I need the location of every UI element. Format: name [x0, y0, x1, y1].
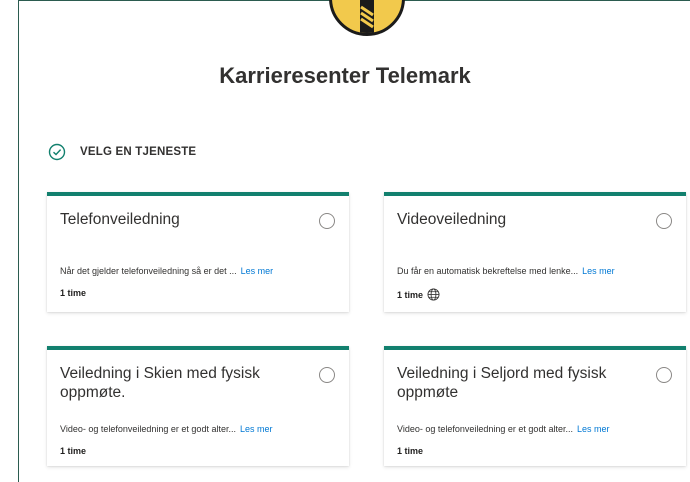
- read-more-link[interactable]: Les mer: [240, 424, 273, 434]
- check-circle-icon: [48, 143, 66, 161]
- description-text: Du får en automatisk bekreftelse med len…: [397, 266, 579, 276]
- service-card-seljord[interactable]: Veiledning i Seljord med fysisk oppmøte …: [384, 346, 686, 466]
- service-duration: 1 time: [60, 288, 86, 298]
- description-text: Når det gjelder telefonveiledning så er …: [60, 266, 237, 276]
- section-label: VELG EN TJENESTE: [80, 146, 197, 158]
- duration-text: 1 time: [397, 289, 424, 300]
- service-duration: 1 time: [60, 446, 86, 456]
- service-name: Veiledning i Skien med fysisk oppmøte.: [60, 365, 260, 401]
- service-card-skien[interactable]: Veiledning i Skien med fysisk oppmøte. V…: [47, 346, 349, 466]
- service-duration: 1 time: [397, 288, 440, 301]
- service-description: Video- og telefonveiledning er et godt a…: [60, 424, 272, 434]
- duration-text: 1 time: [397, 446, 424, 456]
- service-description: Du får en automatisk bekreftelse med len…: [397, 266, 615, 276]
- duration-text: 1 time: [60, 288, 87, 298]
- service-radio[interactable]: [319, 367, 335, 383]
- description-text: Video- og telefonveiledning er et godt a…: [397, 424, 573, 434]
- read-more-link[interactable]: Les mer: [577, 424, 610, 434]
- read-more-link[interactable]: Les mer: [241, 266, 274, 276]
- page-title: Karrieresenter Telemark: [219, 63, 471, 88]
- service-duration: 1 time: [397, 446, 423, 456]
- service-description: Video- og telefonveiledning er et godt a…: [397, 424, 609, 434]
- globe-icon: [427, 288, 440, 301]
- service-radio[interactable]: [319, 213, 335, 229]
- service-name: Telefonveiledning: [60, 211, 180, 228]
- service-name: Veiledning i Seljord med fysisk oppmøte: [397, 365, 607, 401]
- service-name: Videoveiledning: [397, 211, 507, 228]
- duration-text: 1 time: [60, 446, 87, 456]
- service-card-telefonveiledning[interactable]: Telefonveiledning Når det gjelder telefo…: [47, 192, 349, 312]
- section-header: VELG EN TJENESTE: [48, 143, 196, 161]
- read-more-link[interactable]: Les mer: [582, 266, 615, 276]
- service-card-videoveiledning[interactable]: Videoveiledning Du får en automatisk bek…: [384, 192, 686, 312]
- logo: [329, 0, 405, 36]
- service-radio[interactable]: [656, 213, 672, 229]
- description-text: Video- og telefonveiledning er et godt a…: [60, 424, 236, 434]
- service-radio[interactable]: [656, 367, 672, 383]
- service-description: Når det gjelder telefonveiledning så er …: [60, 266, 273, 276]
